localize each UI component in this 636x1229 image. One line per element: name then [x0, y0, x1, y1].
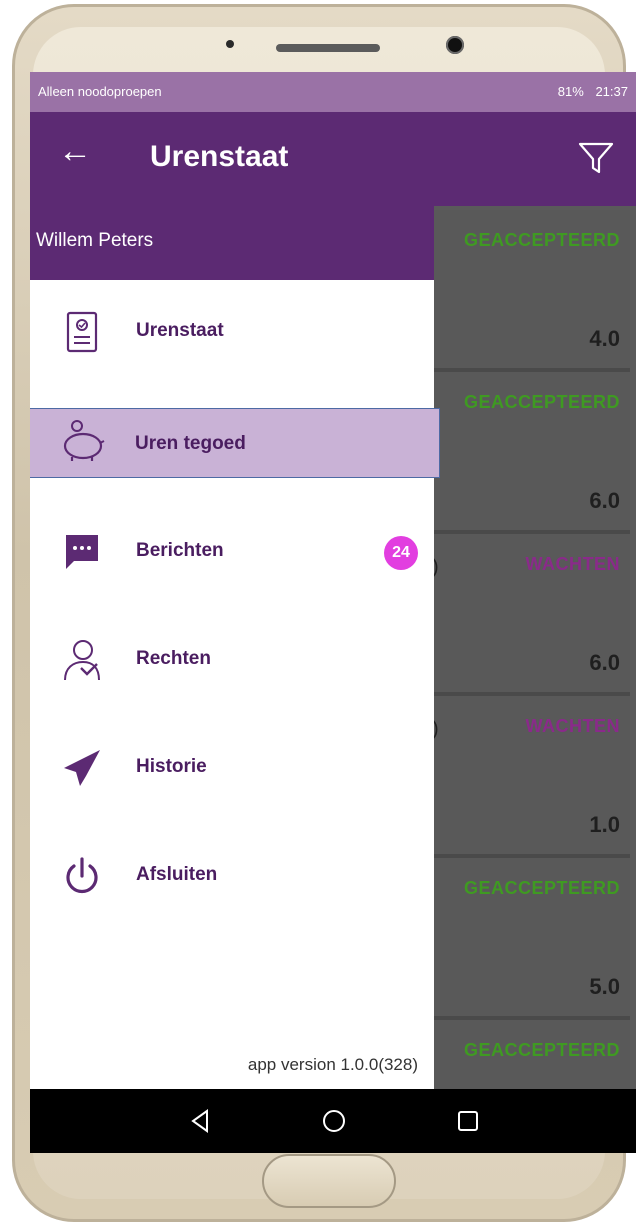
entry-hours: 1.0 [589, 812, 620, 837]
list-item[interactable]: ) WACHTEN 6.0 [430, 534, 630, 696]
status-right: 81% 21:37 [558, 84, 628, 99]
entry-status: GEACCEPTEERD [463, 392, 620, 412]
document-icon [58, 310, 106, 354]
arrow-left-icon[interactable]: ← [58, 132, 92, 171]
drawer-header: Willem Peters [30, 206, 434, 280]
menu-item-label: Uren tegoed [135, 433, 246, 454]
filter-icon[interactable] [576, 138, 616, 178]
list-item[interactable]: GEACCEPTEERD 4.0 [430, 210, 630, 372]
entry-status: WACHTEN [525, 716, 620, 736]
front-camera [446, 36, 464, 54]
earpiece-speaker [276, 44, 380, 52]
system-nav-bar [30, 1089, 636, 1153]
list-item[interactable]: GEACCEPTEERD 6.0 [430, 372, 630, 534]
piggy-bank-icon [59, 419, 107, 463]
menu-item-label: Urenstaat [136, 320, 224, 341]
sensor-dot [226, 40, 234, 48]
menu-item-uren-tegoed[interactable]: Uren tegoed [30, 408, 440, 478]
phone-screen: Alleen noodoproepen 81% 21:37 ← Urenstaa… [30, 72, 636, 1153]
entry-hours: 5.0 [589, 974, 620, 999]
power-icon [58, 854, 106, 898]
menu-item-label: Historie [136, 756, 207, 777]
carrier-text: Alleen noodoproepen [38, 84, 162, 99]
list-item[interactable]: ) WACHTEN 1.0 [430, 696, 630, 858]
navigation-drawer: Willem Peters Urenstaat Uren tegoed Beri… [30, 206, 440, 1089]
entry-hours: 4.0 [589, 326, 620, 351]
nav-home-icon[interactable] [316, 1103, 352, 1139]
menu-item-historie[interactable]: Historie [30, 736, 434, 800]
menu-item-label: Rechten [136, 648, 211, 669]
page-title: Urenstaat [150, 140, 289, 173]
entry-status: GEACCEPTEERD [463, 1040, 620, 1060]
menu-item-afsluiten[interactable]: Afsluiten [30, 844, 434, 908]
entry-status: GEACCEPTEERD [463, 878, 620, 898]
menu-item-berichten[interactable]: Berichten 24 [30, 520, 434, 584]
menu-item-label: Berichten [136, 540, 224, 561]
nav-back-icon[interactable] [182, 1103, 218, 1139]
unread-badge: 24 [384, 536, 418, 570]
app-version: app version 1.0.0(328) [247, 1055, 418, 1074]
user-shield-icon [58, 638, 106, 682]
app-bar: ← Urenstaat [30, 112, 636, 206]
battery-percent: 81% [557, 84, 584, 99]
clock: 21:37 [595, 84, 628, 99]
menu-item-urenstaat[interactable]: Urenstaat [30, 300, 434, 364]
entry-hours: 6.0 [589, 650, 620, 675]
user-name: Willem Peters [36, 230, 154, 251]
nav-recents-icon[interactable] [450, 1103, 486, 1139]
entry-hours: 6.0 [589, 488, 620, 513]
status-bar: Alleen noodoproepen 81% 21:37 [30, 72, 636, 112]
paper-plane-icon [58, 746, 106, 790]
message-icon [58, 530, 106, 574]
list-item[interactable]: GEACCEPTEERD 5.0 [430, 858, 630, 1020]
menu-item-label: Afsluiten [136, 864, 218, 885]
hardware-home-button[interactable] [262, 1154, 396, 1208]
entry-status: GEACCEPTEERD [463, 230, 620, 250]
timesheet-list: GEACCEPTEERD 4.0 GEACCEPTEERD 6.0 ) WACH… [430, 206, 636, 1153]
entry-status: WACHTEN [525, 554, 620, 574]
menu-item-rechten[interactable]: Rechten [30, 628, 434, 692]
